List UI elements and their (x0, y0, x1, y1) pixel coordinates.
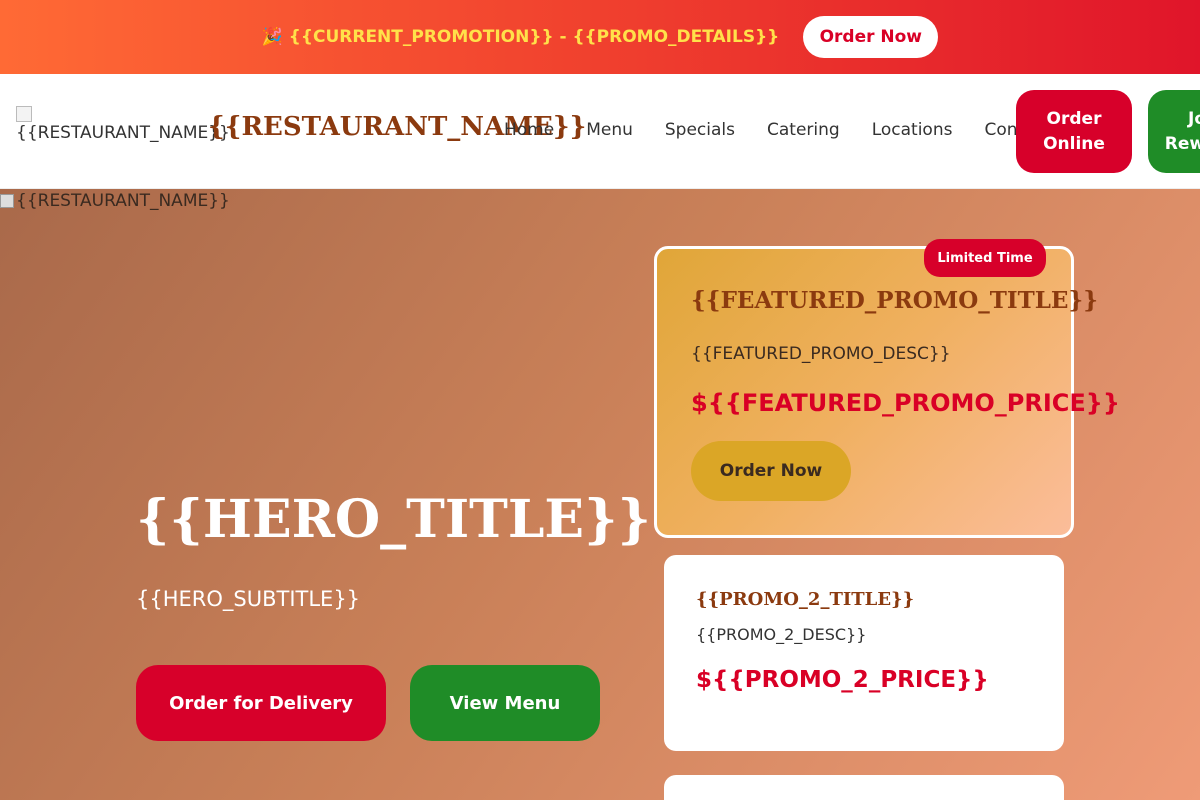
featured-promo-title: {{FEATURED_PROMO_TITLE}} (691, 287, 1099, 314)
featured-promo-price: ${{FEATURED_PROMO_PRICE}} (691, 389, 1120, 417)
nav-catering[interactable]: Catering (767, 120, 840, 140)
featured-promo-desc: {{FEATURED_PROMO_DESC}} (691, 344, 951, 364)
promo-2-title: {{PROMO_2_TITLE}} (696, 589, 915, 610)
hero-title: {{HERO_TITLE}} (136, 489, 651, 550)
view-menu-button[interactable]: View Menu (410, 665, 600, 741)
hero-subtitle: {{HERO_SUBTITLE}} (136, 587, 361, 611)
broken-image-icon (0, 194, 14, 208)
nav-locations[interactable]: Locations (872, 120, 953, 140)
broken-image-icon (16, 106, 32, 122)
rewards-button[interactable]: Join Rewards (1148, 90, 1200, 173)
nav-home[interactable]: Home (504, 120, 554, 140)
logo-alt-text: {{RESTAURANT_NAME}} (16, 123, 230, 143)
order-delivery-button[interactable]: Order for Delivery (136, 665, 386, 741)
featured-order-now-button[interactable]: Order Now (691, 441, 851, 501)
limited-time-badge: Limited Time (924, 239, 1046, 277)
main-nav: Home Menu Specials Catering Locations Co… (504, 120, 1051, 140)
logo-image[interactable]: {{RESTAURANT_NAME}} (16, 106, 230, 143)
promo-order-now-button[interactable]: Order Now (803, 16, 939, 58)
promo-2-price: ${{PROMO_2_PRICE}} (696, 667, 989, 693)
order-online-button[interactable]: Order Online (1016, 90, 1132, 173)
promo-2-card[interactable]: {{PROMO_2_TITLE}} {{PROMO_2_DESC}} ${{PR… (664, 555, 1064, 751)
hero-section: {{RESTAURANT_NAME}} {{HERO_TITLE}} {{HER… (0, 189, 1200, 800)
site-header: {{RESTAURANT_NAME}} {{RESTAURANT_NAME}} … (0, 74, 1200, 189)
hero-image: {{RESTAURANT_NAME}} (0, 191, 230, 211)
promo-bar: 🎉 {{CURRENT_PROMOTION}} - {{PROMO_DETAIL… (0, 0, 1200, 74)
nav-menu[interactable]: Menu (586, 120, 633, 140)
promo-2-desc: {{PROMO_2_DESC}} (696, 625, 867, 644)
hero-image-alt-text: {{RESTAURANT_NAME}} (16, 191, 230, 211)
featured-promo-card: Limited Time {{FEATURED_PROMO_TITLE}} {{… (654, 239, 1120, 538)
promo-3-card[interactable] (664, 775, 1064, 800)
nav-specials[interactable]: Specials (665, 120, 735, 140)
promo-text: 🎉 {{CURRENT_PROMOTION}} - {{PROMO_DETAIL… (261, 27, 780, 47)
